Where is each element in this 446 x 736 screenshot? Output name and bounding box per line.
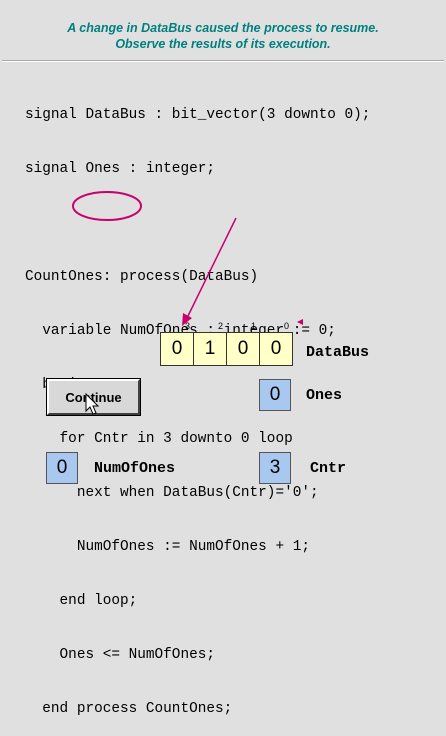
code-line: NumOfOnes := NumOfOnes + 1; (25, 539, 310, 555)
mouse-pointer-icon (85, 393, 100, 415)
ones-label: Ones (306, 387, 343, 404)
databus-index-3: 3 (185, 321, 191, 331)
annotation-overlay (72, 191, 303, 326)
bit-pointer-marker (297, 319, 303, 325)
databus-bit-3: 0 (160, 332, 194, 366)
databus-label: DataBus (306, 344, 370, 361)
databus-bit-1: 0 (226, 332, 260, 366)
databus-index-1: 1 (251, 321, 257, 331)
cntr-value: 3 (259, 452, 291, 484)
databus-bit-2: 1 (193, 332, 227, 366)
numofones-label: NumOfOnes (94, 460, 176, 477)
numofones-value: 0 (46, 452, 78, 484)
databus-bit-0: 0 (259, 332, 293, 366)
cntr-label: Cntr (310, 460, 347, 477)
ones-value: 0 (259, 379, 291, 411)
databus-index-0: 0 (284, 321, 290, 331)
databus-index-2: 2 (218, 321, 224, 331)
highlight-ellipse (72, 191, 142, 221)
code-line: end loop; (25, 593, 138, 609)
pointer-arrow-line (186, 217, 237, 319)
code-line: Ones <= NumOfOnes; (25, 647, 215, 663)
code-line: end process CountOnes; (25, 701, 233, 717)
